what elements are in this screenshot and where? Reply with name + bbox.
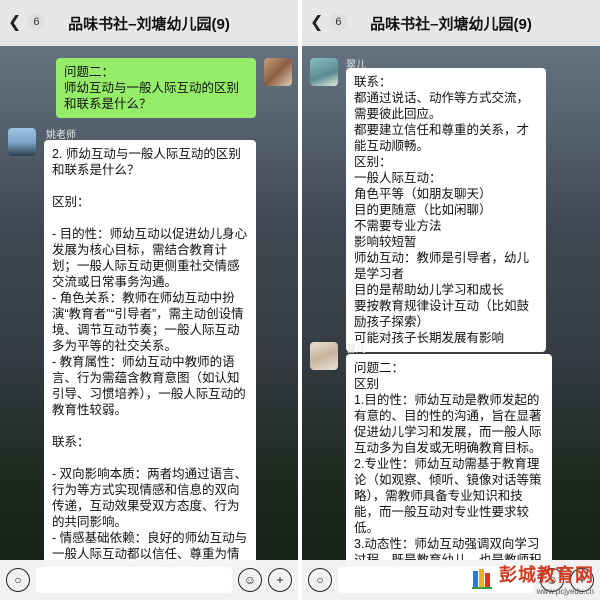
watermark-url: www.pcjyedu.cn (536, 587, 594, 596)
chevron-left-icon: ❮ (8, 14, 22, 31)
right-chat-screen: ❮ 6 品味书社–刘塘幼儿园(9) 翠儿 联系： 都通过说话、动作等方式交流，需… (302, 0, 600, 600)
chat-header: ❮ 6 品味书社–刘塘幼儿园(9) (302, 0, 600, 46)
chevron-left-icon: ❮ (310, 14, 324, 31)
message-input[interactable] (36, 567, 232, 593)
back-button[interactable]: ❮ 6 (310, 12, 348, 32)
voice-icon[interactable]: ○ (6, 568, 30, 592)
watermark-title: 彭城教育网 (499, 565, 594, 585)
plus-icon[interactable]: + (268, 568, 292, 592)
teacher-message-bubble[interactable]: 2. 师幼互动与一般人际互动的区别和联系是什么？ 区别： - 目的性：师幼互动以… (44, 140, 256, 568)
caoer-message-bubble[interactable]: 问题二： 区别 1.目的性：师幼互动是教师发起的有意的、目的性的沟通，旨在显著促… (346, 354, 552, 568)
unread-badge: 6 (329, 13, 348, 31)
caoer-avatar[interactable] (310, 342, 338, 370)
chat-header: ❮ 6 品味书社–刘塘幼儿园(9) (0, 0, 298, 46)
back-button[interactable]: ❮ 6 (8, 12, 46, 32)
my-message-bubble[interactable]: 问题二： 师幼互动与一般人际互动的区别和联系是什么？ (56, 58, 256, 118)
site-watermark: 彭城教育网 www.pcjyedu.cn (471, 561, 594, 596)
unread-badge: 6 (27, 13, 46, 31)
book-logo-icon (472, 568, 492, 589)
input-bar: ○ ☺ + (0, 560, 298, 600)
cuier-avatar[interactable] (310, 58, 338, 86)
voice-icon[interactable]: ○ (308, 568, 332, 592)
sender-name: 姚老师 (46, 130, 76, 141)
cuier-message-bubble[interactable]: 联系： 都通过说话、动作等方式交流，需要彼此回应。 都要建立信任和尊重的关系，才… (346, 68, 546, 352)
my-avatar[interactable] (264, 58, 292, 86)
left-chat-screen: ❮ 6 品味书社–刘塘幼儿园(9) 问题二： 师幼互动与一般人际互动的区别和联系… (0, 0, 298, 600)
sender-name: 曹儿 (346, 344, 366, 355)
chat-title: 品味书社–刘塘幼儿园(9) (68, 15, 230, 33)
emoji-icon[interactable]: ☺ (238, 568, 262, 592)
teacher-avatar[interactable] (8, 128, 36, 156)
chat-title: 品味书社–刘塘幼儿园(9) (370, 15, 532, 33)
